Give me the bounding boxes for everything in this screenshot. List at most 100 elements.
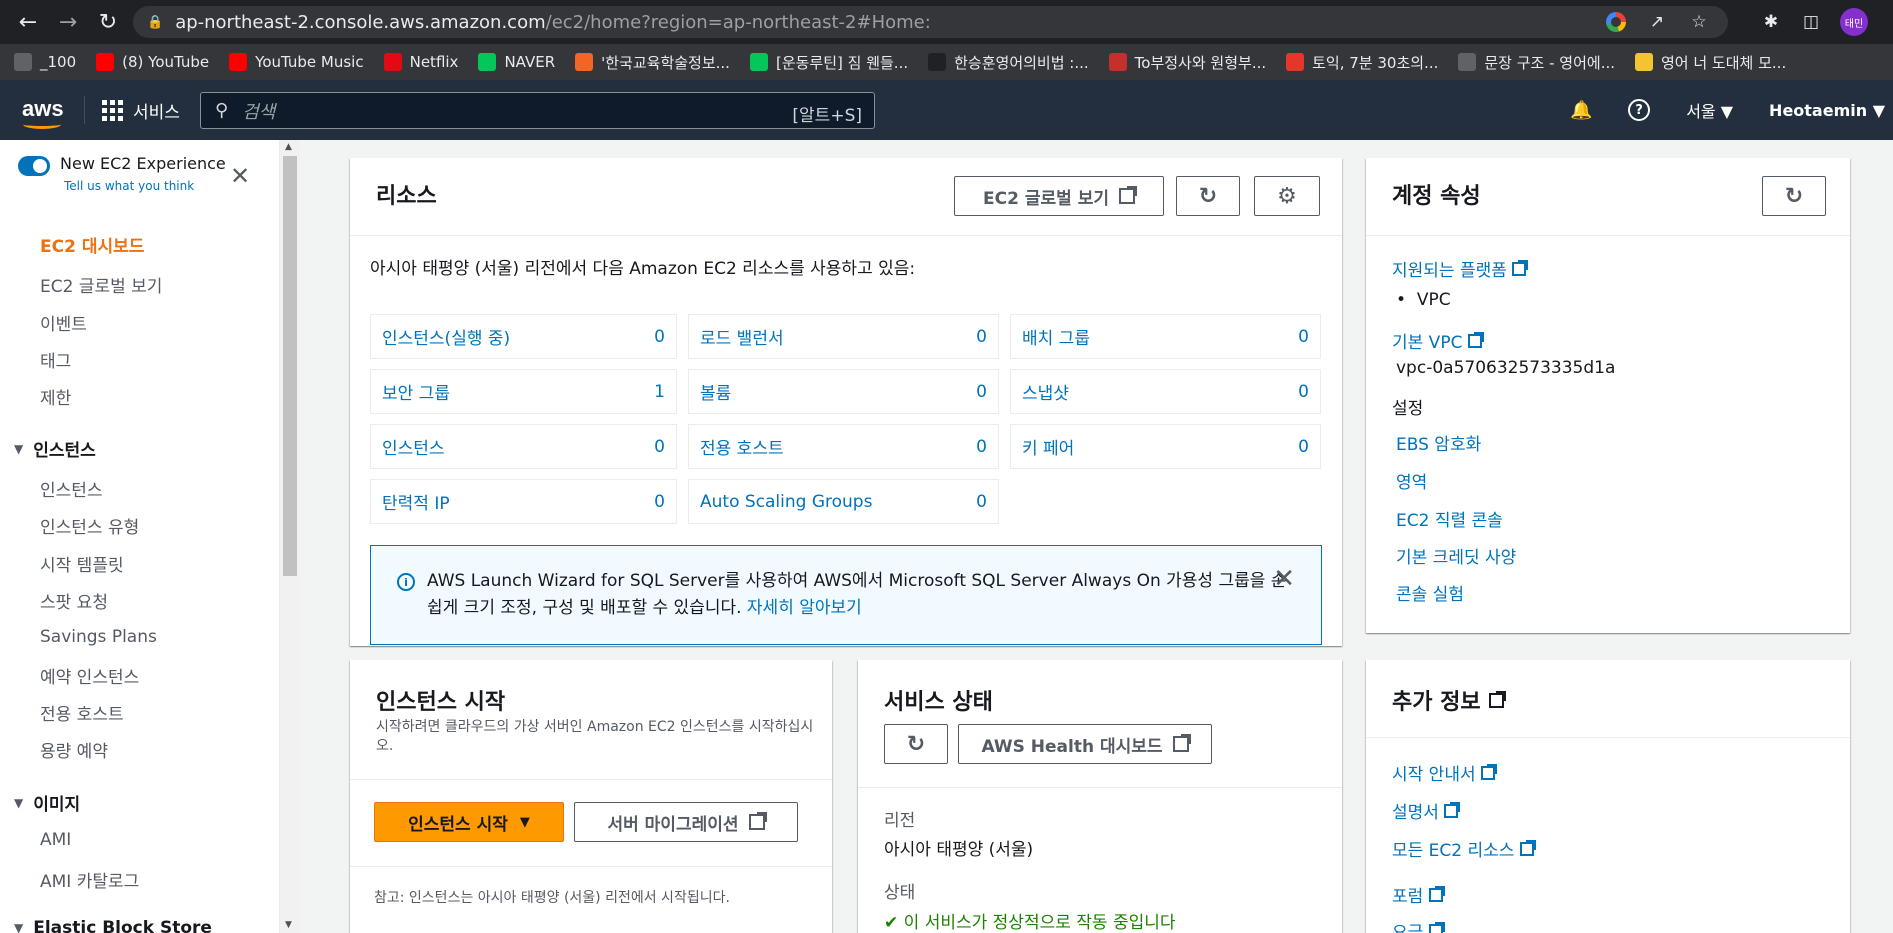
resource-label[interactable]: 배치 그룹	[1022, 324, 1090, 349]
bookmark-item[interactable]: _100	[14, 53, 76, 71]
sidebar-item-spot-requests[interactable]: 스팟 요청	[40, 588, 108, 613]
new-experience-toggle[interactable]	[18, 156, 50, 176]
pricing-link[interactable]: 요금	[1392, 918, 1445, 933]
sidebar-item-ami-catalog[interactable]: AMI 카탈로그	[40, 867, 139, 892]
aws-health-dashboard-button[interactable]: AWS Health 대시보드	[958, 724, 1212, 764]
resource-count[interactable]: 0	[654, 437, 665, 457]
default-credit-spec-link[interactable]: 기본 크레딧 사양	[1396, 543, 1516, 568]
sidebar-item-tags[interactable]: 태그	[40, 347, 71, 372]
resource-label[interactable]: 인스턴스	[382, 434, 445, 459]
resource-count[interactable]: 0	[976, 492, 987, 512]
resource-count[interactable]: 0	[976, 327, 987, 347]
resource-count[interactable]: 1	[654, 382, 665, 402]
close-icon[interactable]: ✕	[230, 162, 250, 190]
sidebar-item-events[interactable]: 이벤트	[40, 310, 87, 335]
getting-started-link[interactable]: 시작 안내서	[1392, 760, 1498, 785]
bookmark-item[interactable]: [운동루틴] 짐 웬들...	[749, 52, 908, 73]
sidebar-group-images[interactable]: ▼ 이미지	[14, 790, 80, 815]
bookmark-item[interactable]: '한국교육학술정보...	[575, 52, 730, 73]
resource-label[interactable]: 볼륨	[700, 379, 731, 404]
share-icon[interactable]: ↗	[1646, 11, 1668, 33]
resource-cell[interactable]: 인스턴스(실행 중) 0	[370, 314, 677, 359]
back-icon[interactable]: ←	[8, 0, 48, 44]
google-icon[interactable]	[1606, 12, 1626, 32]
resource-cell[interactable]: 로드 밸런서 0	[688, 314, 999, 359]
sidebar-item-savings-plans[interactable]: Savings Plans	[40, 627, 157, 647]
all-ec2-resources-link[interactable]: 모든 EC2 리소스	[1392, 836, 1536, 861]
resource-cell[interactable]: 배치 그룹 0	[1010, 314, 1321, 359]
server-migration-button[interactable]: 서버 마이그레이션	[574, 802, 798, 842]
aws-logo[interactable]: aws	[22, 96, 64, 129]
sidebar-item-capacity-reservations[interactable]: 용량 예약	[40, 737, 108, 762]
bookmark-item[interactable]: YouTube Music	[229, 53, 364, 71]
additional-info-title[interactable]: 추가 정보	[1392, 684, 1506, 716]
bookmark-item[interactable]: 토익, 7분 30초의...	[1286, 52, 1438, 73]
resource-count[interactable]: 0	[976, 437, 987, 457]
resource-count[interactable]: 0	[654, 492, 665, 512]
supported-platforms-link[interactable]: 지원되는 플랫폼	[1392, 256, 1529, 281]
resource-label[interactable]: 인스턴스(실행 중)	[382, 324, 510, 349]
console-experiments-link[interactable]: 콘솔 실험	[1396, 580, 1464, 605]
resource-count[interactable]: 0	[654, 327, 665, 347]
sidebar-group-instances[interactable]: ▼ 인스턴스	[14, 436, 96, 461]
sidebar-item-ami[interactable]: AMI	[40, 830, 71, 850]
bookmark-item[interactable]: To부정사와 원형부...	[1108, 52, 1266, 73]
resource-label[interactable]: 전용 호스트	[700, 434, 784, 459]
resource-label[interactable]: 탄력적 IP	[382, 489, 450, 514]
sidebar-item-reserved-instances[interactable]: 예약 인스턴스	[40, 663, 139, 688]
resource-cell[interactable]: 보안 그룹 1	[370, 369, 677, 414]
user-menu[interactable]: Heotaemin ▼	[1769, 101, 1885, 120]
feedback-link[interactable]: Tell us what you think	[64, 179, 226, 193]
resource-label[interactable]: 보안 그룹	[382, 379, 450, 404]
learn-more-link[interactable]: 자세히 알아보기	[747, 598, 862, 618]
bell-icon[interactable]: 🔔	[1570, 99, 1592, 121]
sidebar-item-ec2-dashboard[interactable]: EC2 대시보드	[40, 232, 144, 257]
region-selector[interactable]: 서울 ▼	[1686, 98, 1733, 122]
address-bar[interactable]: 🔒 ap-northeast-2.console.aws.amazon.com/…	[133, 6, 1728, 38]
sidebar-item-dedicated-hosts[interactable]: 전용 호스트	[40, 700, 124, 725]
ebs-encryption-link[interactable]: EBS 암호화	[1396, 430, 1481, 455]
resource-cell[interactable]: 전용 호스트 0	[688, 424, 999, 469]
resource-cell[interactable]: 스냅샷 0	[1010, 369, 1321, 414]
resource-label[interactable]: 로드 밸런서	[700, 324, 784, 349]
sidepanel-icon[interactable]: ◫	[1800, 11, 1822, 33]
sidebar-item-limits[interactable]: 제한	[40, 384, 71, 409]
resource-label[interactable]: Auto Scaling Groups	[700, 492, 872, 512]
sidebar-item-launch-templates[interactable]: 시작 템플릿	[40, 551, 124, 576]
resource-cell[interactable]: 탄력적 IP 0	[370, 479, 677, 524]
resource-count[interactable]: 0	[1298, 327, 1309, 347]
bookmark-item[interactable]: Netflix	[383, 53, 458, 71]
help-icon[interactable]: ?	[1628, 99, 1651, 121]
resource-label[interactable]: 스냅샷	[1022, 379, 1069, 404]
resource-cell[interactable]: Auto Scaling Groups 0	[688, 479, 999, 524]
sidebar-item-instances[interactable]: 인스턴스	[40, 476, 103, 501]
default-vpc-link[interactable]: 기본 VPC	[1392, 328, 1484, 353]
resource-label[interactable]: 키 페어	[1022, 434, 1074, 459]
resource-cell[interactable]: 볼륨 0	[688, 369, 999, 414]
bookmark-item[interactable]: 영어 너 도대체 모...	[1635, 52, 1786, 73]
forums-link[interactable]: 포럼	[1392, 882, 1445, 907]
account-refresh-button[interactable]: ↻	[1762, 176, 1826, 216]
refresh-button[interactable]: ↻	[1176, 176, 1240, 216]
bookmark-item[interactable]: 문장 구조 - 영어에...	[1458, 52, 1615, 73]
bookmark-item[interactable]: NAVER	[478, 53, 555, 71]
search-input[interactable]: ⚲ 검색 [알트+S]	[200, 92, 875, 129]
resource-count[interactable]: 0	[976, 382, 987, 402]
reload-icon[interactable]: ↻	[88, 0, 128, 44]
zones-link[interactable]: 영역	[1396, 468, 1427, 493]
sidebar-item-instance-types[interactable]: 인스턴스 유형	[40, 513, 139, 538]
ec2-serial-console-link[interactable]: EC2 직렬 콘솔	[1396, 506, 1503, 531]
resource-cell[interactable]: 키 페어 0	[1010, 424, 1321, 469]
profile-avatar[interactable]: 태민	[1840, 8, 1868, 36]
launch-instance-button[interactable]: 인스턴스 시작 ▼	[374, 802, 564, 842]
star-icon[interactable]: ☆	[1688, 11, 1710, 33]
settings-button[interactable]: ⚙	[1254, 176, 1320, 216]
forward-icon[interactable]: →	[48, 0, 88, 44]
bookmark-item[interactable]: (8) YouTube	[96, 53, 209, 71]
scroll-down-icon[interactable]: ▼	[285, 920, 292, 930]
resource-cell[interactable]: 인스턴스 0	[370, 424, 677, 469]
extensions-icon[interactable]: ✱	[1760, 11, 1782, 33]
health-refresh-button[interactable]: ↻	[884, 724, 948, 764]
documentation-link[interactable]: 설명서	[1392, 798, 1461, 823]
close-icon[interactable]: ✕	[1273, 566, 1295, 593]
